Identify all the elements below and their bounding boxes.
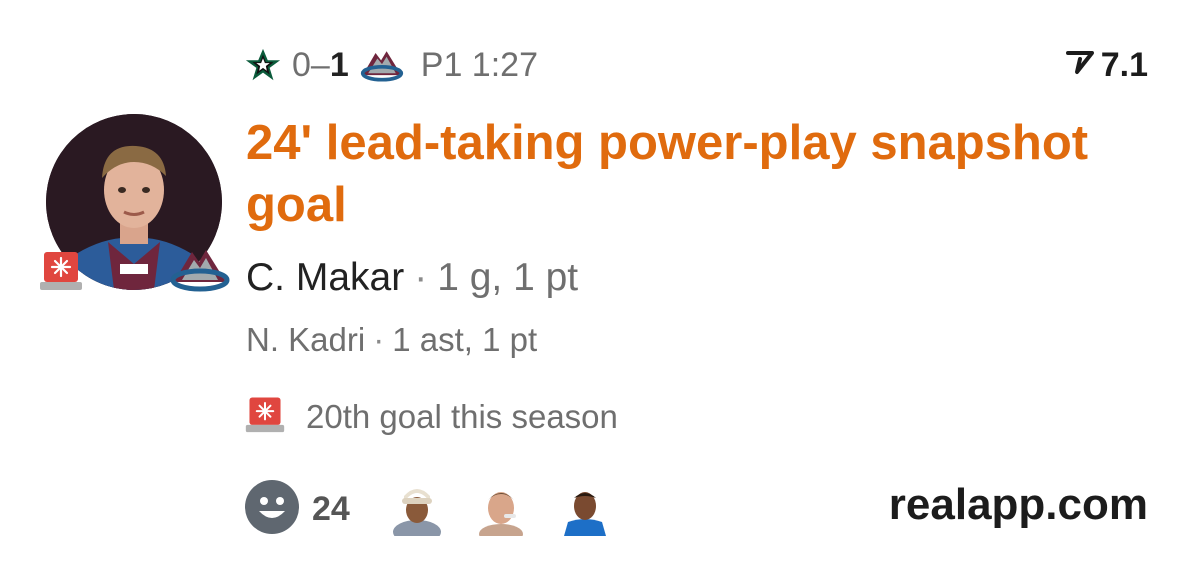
scorer-name[interactable]: C. Makar: [246, 256, 404, 300]
reactor-avatar[interactable]: [558, 482, 612, 536]
milestone: 20th goal this season: [244, 392, 618, 442]
react-button[interactable]: 24: [244, 479, 350, 540]
play-card[interactable]: 0 – 1 P1 1:27 7.1 24' lead-taking power-…: [0, 0, 1200, 570]
assist-stats: 1 ast, 1 pt: [392, 321, 538, 358]
brand-link[interactable]: realapp.com: [889, 480, 1148, 530]
reactor-avatar[interactable]: [474, 482, 528, 544]
game-clock: P1 1:27: [420, 45, 538, 84]
milestone-text: 20th goal this season: [306, 398, 618, 435]
scorer-stats: 1 g, 1 pt: [437, 256, 579, 299]
score-separator: –: [310, 45, 330, 84]
assist-name[interactable]: N. Kadri: [246, 321, 365, 359]
player-avatar-group[interactable]: [38, 110, 238, 310]
score: 0 – 1: [292, 46, 349, 85]
assist-separator: ·: [373, 321, 385, 358]
rating-value: 7.1: [1100, 45, 1148, 84]
play-headline: 24' lead-taking power-play snapshot goal: [246, 116, 1089, 232]
reactions-bar: 24: [244, 476, 612, 544]
reactor-avatar[interactable]: [390, 482, 444, 544]
stars-logo-icon: [244, 46, 282, 84]
rating-chevron-icon: [1065, 46, 1095, 85]
avalanche-logo-icon: [359, 45, 405, 85]
rating[interactable]: 7.1: [1065, 42, 1148, 88]
away-score: 0: [292, 45, 311, 84]
reactor-avatars[interactable]: [390, 482, 612, 544]
siren-icon: [38, 246, 84, 292]
siren-icon: [244, 392, 286, 442]
avalanche-logo-icon: [168, 242, 232, 296]
home-score: 1: [329, 45, 349, 84]
reaction-count: 24: [312, 489, 350, 528]
score-line: 0 – 1 P1 1:27: [244, 40, 538, 90]
smiley-icon[interactable]: [244, 479, 300, 540]
scorer-line[interactable]: C. Makar · 1 g, 1 pt: [246, 252, 578, 304]
assist-line[interactable]: N. Kadri · 1 ast, 1 pt: [246, 318, 537, 362]
scorer-separator: ·: [414, 256, 428, 299]
